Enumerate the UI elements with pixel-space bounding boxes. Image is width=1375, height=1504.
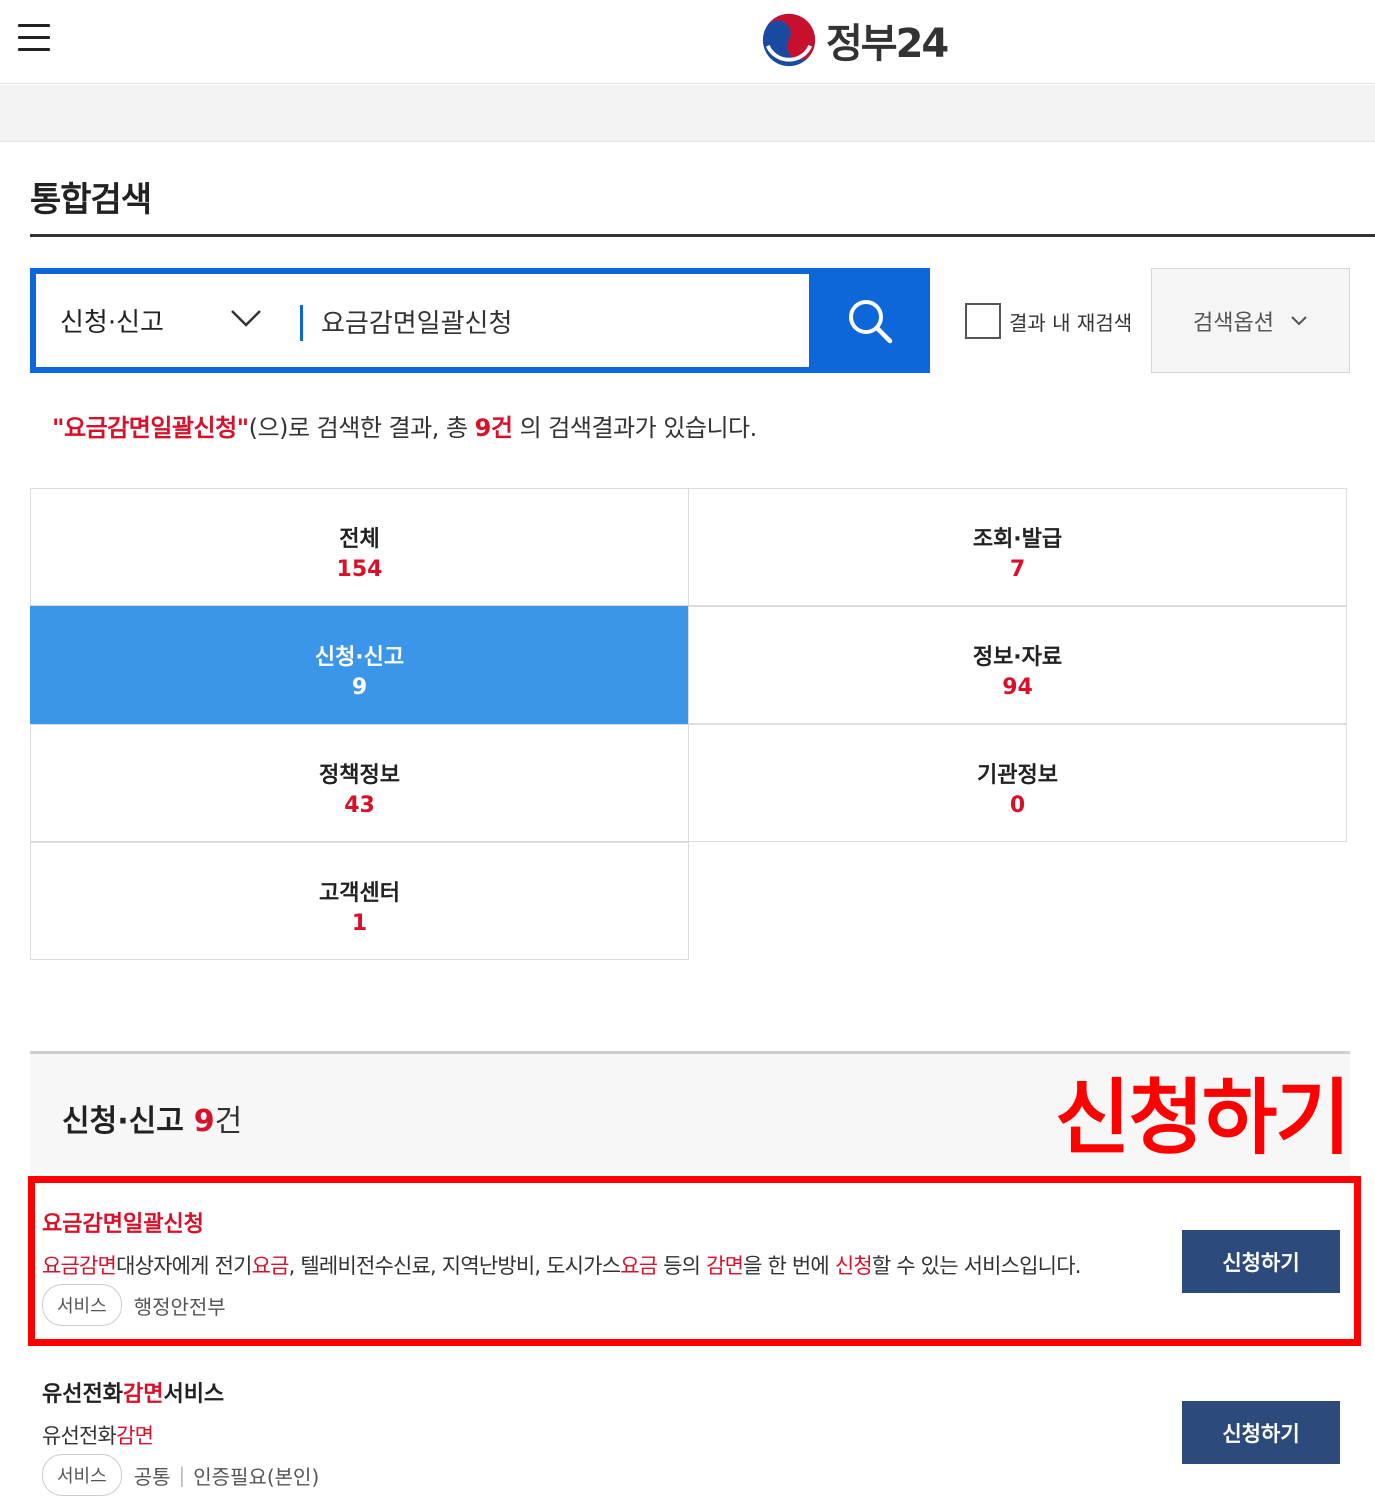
category-name: 조회·발급 (972, 527, 1063, 552)
site-header: 정부24 (0, 0, 1375, 84)
chevron-down-icon (1291, 315, 1307, 325)
desc-part: , 텔레비전수신료, 지역난방비, 도시가스 (288, 1254, 621, 1278)
taegeuk-icon (762, 13, 816, 67)
category-count: 43 (344, 793, 375, 818)
result-description: 요금감면대상자에게 전기요금, 텔레비전수신료, 지역난방비, 도시가스요금 등… (42, 1250, 1081, 1280)
meta-auth: 인증필요(본인) (193, 1464, 320, 1489)
section-title-text: 신청·신고 (62, 1104, 184, 1139)
desc-part: 요금감면 (42, 1254, 117, 1278)
chevron-down-icon (231, 310, 261, 327)
header-band (0, 85, 1375, 142)
result-title[interactable]: 유선전화감면서비스 (42, 1376, 224, 1408)
category-name: 기관정보 (977, 763, 1058, 788)
service-tag: 서비스 (42, 1454, 122, 1496)
hamburger-menu-icon[interactable] (18, 24, 50, 54)
summary-keyword: "요금감면일괄신청" (52, 414, 249, 442)
desc-part: 유선전화 (42, 1424, 117, 1448)
page-title: 통합검색 (30, 180, 152, 220)
title-part: 유선전화 (42, 1382, 123, 1407)
title-part: 감면 (122, 1382, 164, 1407)
search-category-label: 신청·신고 (60, 308, 164, 338)
category-name: 고객센터 (319, 881, 400, 906)
result-item: 유선전화감면서비스 유선전화감면 서비스 공통 | 인증필요(본인) 신청하기 (30, 1362, 1350, 1504)
search-options-label: 검색옵션 (1193, 310, 1274, 336)
apply-button[interactable]: 신청하기 (1182, 1230, 1340, 1293)
category-name: 전체 (339, 527, 380, 552)
result-item: 요금감면일괄신청 요금감면대상자에게 전기요금, 텔레비전수신료, 지역난방비,… (30, 1178, 1350, 1348)
apply-button[interactable]: 신청하기 (1182, 1401, 1340, 1464)
category-tab-agency[interactable]: 기관정보 0 (688, 724, 1347, 842)
desc-part: 대상자에게 전기 (116, 1254, 252, 1278)
desc-part: 요금 (620, 1254, 658, 1278)
meta-separator: | (178, 1463, 186, 1487)
desc-part: 신청 (834, 1254, 873, 1278)
category-tab-customer[interactable]: 고객센터 1 (30, 842, 689, 960)
title-divider (30, 234, 1375, 237)
section-unit: 건 (214, 1104, 243, 1139)
category-tab-all[interactable]: 전체 154 (30, 488, 689, 606)
desc-part: 요금 (251, 1254, 290, 1278)
category-count: 1 (351, 911, 368, 936)
title-part: 서비스 (163, 1382, 225, 1407)
category-tab-info[interactable]: 정보·자료 94 (688, 606, 1347, 724)
category-name: 신청·신고 (314, 645, 405, 670)
search-category-select[interactable]: 신청·신고 (36, 274, 298, 367)
category-name: 정보·자료 (972, 645, 1063, 670)
category-count: 9 (351, 675, 368, 700)
desc-part: 을 한 번에 (743, 1254, 835, 1278)
result-description: 유선전화감면 (42, 1420, 154, 1450)
category-count: 154 (336, 557, 383, 582)
search-button[interactable] (809, 268, 930, 373)
result-meta: 서비스 행정안전부 (42, 1284, 226, 1326)
summary-count: 9건 (474, 414, 513, 442)
section-count: 9 (193, 1104, 215, 1139)
agency-name: 행정안전부 (133, 1294, 226, 1319)
checkbox-box[interactable] (965, 303, 1001, 339)
result-summary: "요금감면일괄신청"(으)로 검색한 결과, 총 9건 의 검색결과가 있습니다… (52, 408, 757, 443)
search-box: 신청·신고 (30, 268, 930, 373)
category-count: 94 (1002, 675, 1033, 700)
site-logo[interactable]: 정부24 (760, 10, 949, 70)
summary-text-tail: 의 검색결과가 있습니다. (512, 414, 758, 442)
meta-scope: 공통 (133, 1464, 171, 1489)
search-options-button[interactable]: 검색옵션 (1151, 268, 1350, 373)
logo-text: 정부24 (826, 21, 949, 67)
search-divider (300, 305, 303, 341)
desc-part: 감면 (116, 1424, 154, 1448)
category-tab-policy[interactable]: 정책정보 43 (30, 724, 689, 842)
recheck-label: 결과 내 재검색 (1009, 310, 1133, 335)
search-input[interactable] (321, 294, 801, 348)
recheck-checkbox[interactable]: 결과 내 재검색 (965, 303, 1132, 339)
summary-text: (으)로 검색한 결과, 총 (248, 414, 475, 442)
section-title: 신청·신고 9건 (62, 1096, 242, 1140)
category-count: 7 (1009, 557, 1026, 582)
category-name: 정책정보 (319, 763, 400, 788)
category-tab-application[interactable]: 신청·신고 9 (30, 606, 689, 724)
category-tab-inquiry[interactable]: 조회·발급 7 (688, 488, 1347, 606)
desc-part: 할 수 있는 서비스입니다. (871, 1254, 1082, 1278)
desc-part: 감면 (706, 1254, 744, 1278)
desc-part: 등의 (657, 1254, 707, 1278)
result-meta: 서비스 공통 | 인증필요(본인) (42, 1454, 319, 1496)
service-tag: 서비스 (42, 1284, 122, 1326)
result-title[interactable]: 요금감면일괄신청 (42, 1206, 204, 1238)
annotation-label: 신청하기 (1055, 1071, 1351, 1166)
category-count: 0 (1009, 793, 1026, 818)
search-icon (848, 299, 892, 343)
